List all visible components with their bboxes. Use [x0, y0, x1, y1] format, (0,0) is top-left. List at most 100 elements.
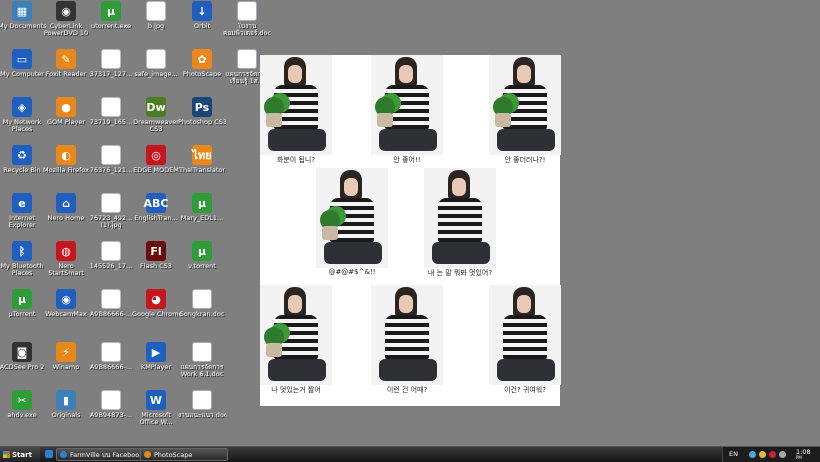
- desktop-item-icon: ⚡: [56, 342, 76, 362]
- desktop-icon-label: EnglishTran...: [134, 215, 178, 222]
- desktop-icon[interactable]: ABC EnglishTran...: [132, 193, 180, 222]
- desktop-item-icon: ♻: [12, 145, 32, 165]
- desktop-icon-label: Winamp: [52, 364, 80, 371]
- desktop-icon-label: Internet Explorer: [8, 215, 36, 229]
- desktop-icon[interactable]: ⚡ Winamp: [42, 342, 90, 371]
- desktop-item-icon: ↓: [192, 1, 212, 21]
- photo-caption: 안 좋어!!: [393, 156, 421, 164]
- desktop-icon[interactable]: µ v.torrent: [178, 241, 226, 270]
- desktop-icon-label: แผนการจัดการ Work 6.1.doc: [180, 364, 224, 378]
- desktop-item-icon: ◍: [56, 241, 76, 261]
- messenger-icon[interactable]: [759, 451, 766, 458]
- desktop-icon[interactable]: ● GOM Player: [42, 97, 90, 126]
- desktop-icon[interactable]: W Microsoft Office W...: [132, 390, 180, 426]
- desktop-icon[interactable]: ◙ ACDSee Pro 2: [0, 342, 46, 371]
- desktop-icon[interactable]: ◈ My Network Places: [0, 97, 46, 133]
- desktop-item-icon: ไทย: [192, 145, 212, 165]
- desktop-icon[interactable]: W งานแนะแนว.doc: [178, 390, 226, 419]
- desktop-icon[interactable]: ᛒ My Bluetooth Places: [0, 241, 46, 277]
- desktop-item-icon: µ: [101, 1, 121, 21]
- desktop-icon-label: safe_image...: [134, 71, 178, 78]
- desktop-icon[interactable]: ♻ Recycle Bin: [0, 145, 46, 174]
- desktop-icon[interactable]: ▤ A9B86666-...: [87, 289, 135, 318]
- volume-icon[interactable]: [779, 451, 786, 458]
- person-photo: [424, 168, 496, 268]
- desktop-icon[interactable]: Dw Dreamweaver CS3: [132, 97, 180, 133]
- photo-caption: 나 멋있는거 짤어: [271, 386, 321, 394]
- desktop-icon[interactable]: ▤ 73719_165...: [87, 97, 135, 126]
- desktop-icon[interactable]: ▶ KMPlayer: [132, 342, 180, 371]
- photo-caption: 이런 건 어때?: [386, 386, 428, 394]
- desktop-icon-label: Mozilla Firefox: [43, 167, 89, 174]
- photo-frame: 화분이 됩니?: [260, 55, 332, 164]
- desktop-item-icon: ᛒ: [12, 241, 32, 261]
- desktop-icon[interactable]: W แผนการจัดการ Work 6.1.doc: [178, 342, 226, 378]
- desktop-icon[interactable]: ◐ Mozilla Firefox: [42, 145, 90, 174]
- desktop-icon[interactable]: ▤ 76376_121...: [87, 145, 135, 174]
- desktop-icon[interactable]: ◕ Google Chrome: [132, 289, 180, 318]
- desktop-item-icon: ✿: [192, 49, 212, 69]
- desktop-item-icon: ◙: [12, 342, 32, 362]
- desktop-icon-label: Photoshop CS3: [178, 119, 226, 126]
- desktop-icon-label: Recycle Bin: [3, 167, 41, 174]
- desktop-icon[interactable]: µ utorrent.exe: [87, 1, 135, 30]
- desktop-icon[interactable]: ▭ My Computer: [0, 49, 46, 78]
- desktop-icon[interactable]: ▤ 145526_17...: [87, 241, 135, 270]
- desktop-icon[interactable]: ✎ Foxit Reader: [42, 49, 90, 78]
- desktop-item-icon: ▤: [101, 289, 121, 309]
- desktop-icon[interactable]: ▤ 76723_492... (1).jpg: [87, 193, 135, 229]
- desktop-icon[interactable]: ◉ CyberLink PowerDVD 10: [42, 1, 90, 37]
- desktop-icon-label: ThaiTranslator: [178, 167, 226, 174]
- desktop-icon[interactable]: W ใบงานคอมพิวเตอร์.doc: [223, 1, 271, 37]
- desktop-icon-label: A9B86666-...: [89, 364, 133, 371]
- desktop-icon[interactable]: ◎ EDGE MODEM: [132, 145, 180, 174]
- desktop-item-icon: Ps: [192, 97, 212, 117]
- desktop-icon-label: EDGE MODEM: [133, 167, 179, 174]
- desktop-icon[interactable]: µ µTorrent: [0, 289, 46, 318]
- start-button[interactable]: Start: [0, 447, 40, 462]
- desktop-icon[interactable]: ✿ PhotoScape: [178, 49, 226, 78]
- desktop-icon-label: µTorrent: [8, 311, 36, 318]
- desktop-icon[interactable]: ✂ ahdv.exe: [0, 390, 46, 419]
- taskbar-button-photoscape[interactable]: PhotoScape: [140, 448, 228, 461]
- desktop-icon[interactable]: ▮ Originals: [42, 390, 90, 419]
- desktop-item-icon: µ: [192, 241, 212, 261]
- desktop-icon[interactable]: Ps Photoshop CS3: [178, 97, 226, 126]
- desktop-item-icon: W: [192, 342, 212, 362]
- desktop-icon-label: Originals: [51, 412, 81, 419]
- desktop-icon[interactable]: Fl Flash CS3: [132, 241, 180, 270]
- desktop-icon[interactable]: ▤ 37317_127...: [87, 49, 135, 78]
- desktop-icon[interactable]: ▤ safe_image...: [132, 49, 180, 78]
- desktop-icon[interactable]: ▦ My Documents: [0, 1, 46, 30]
- desktop-icon[interactable]: ▤ A9B86666-...: [87, 342, 135, 371]
- desktop-icon[interactable]: ▤ A9B94873-...: [87, 390, 135, 419]
- desktop-icon[interactable]: ◍ Nero StartSmart: [42, 241, 90, 277]
- desktop-icon[interactable]: ◉ WebcamMax: [42, 289, 90, 318]
- browser-quicklaunch-icon[interactable]: [45, 450, 53, 458]
- desktop-icon[interactable]: ↓ Orbit: [178, 1, 226, 30]
- language-indicator[interactable]: EN: [729, 450, 738, 458]
- desktop-icon-label: utorrent.exe: [91, 23, 131, 30]
- desktop-icon[interactable]: ▤ b.jpg: [132, 1, 180, 30]
- desktop-item-icon: W: [237, 49, 257, 69]
- desktop-icon-label: ACDSee Pro 2: [0, 364, 45, 371]
- person-photo: [260, 285, 332, 385]
- desktop-icon[interactable]: ไทย ThaiTranslator: [178, 145, 226, 174]
- clock[interactable]: 1:08 PM: [796, 449, 811, 461]
- antivirus-icon[interactable]: [769, 451, 776, 458]
- photo-frame: 이런 건 어때?: [371, 285, 443, 394]
- desktop-item-icon: ⌂: [56, 193, 76, 213]
- desktop-icon[interactable]: µ Mary_EDL1...: [178, 193, 226, 222]
- desktop-item-icon: Dw: [146, 97, 166, 117]
- desktop-item-icon: ✎: [56, 49, 76, 69]
- network-icon[interactable]: [749, 451, 756, 458]
- desktop-icon[interactable]: ⌂ Nero Home: [42, 193, 90, 222]
- desktop-item-icon: ▭: [12, 49, 32, 69]
- system-tray: EN 1:08 PM: [722, 447, 820, 462]
- desktop-icon[interactable]: W Songkran.doc: [178, 289, 226, 318]
- taskbar-button-facebook[interactable]: FarmVille บน Faceboo...: [56, 448, 144, 461]
- desktop-item-icon: ▤: [101, 145, 121, 165]
- desktop-icon-label: ใบงานคอมพิวเตอร์.doc: [223, 23, 271, 37]
- desktop-item-icon: ▤: [146, 49, 166, 69]
- desktop-icon[interactable]: e Internet Explorer: [0, 193, 46, 229]
